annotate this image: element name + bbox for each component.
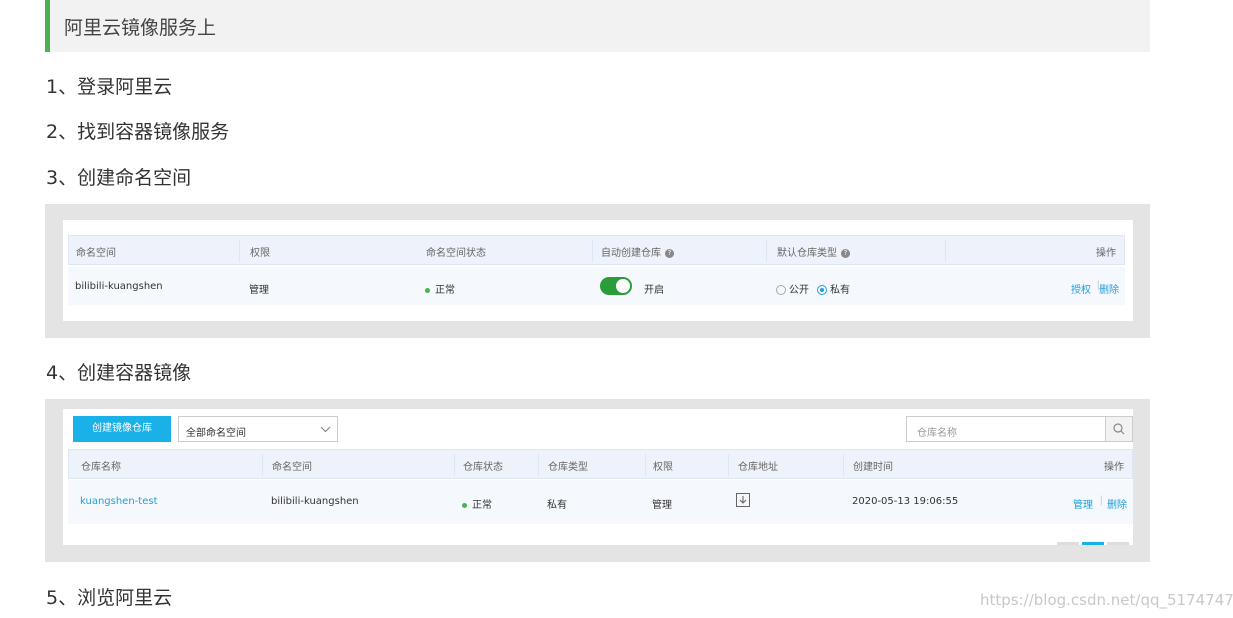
col-default-type-label: 默认仓库类型 bbox=[777, 248, 837, 259]
col-namespace: 命名空间 bbox=[76, 248, 116, 259]
step-4: 4、创建容器镜像 bbox=[46, 362, 192, 384]
column-divider bbox=[538, 454, 539, 476]
namespace-table-header: 命名空间 权限 命名空间状态 自动创建仓库? 默认仓库类型? 操作 bbox=[68, 235, 1125, 265]
auto-create-toggle[interactable] bbox=[600, 277, 632, 295]
auto-create-label: 开启 bbox=[644, 285, 664, 296]
column-divider bbox=[262, 454, 263, 476]
download-icon[interactable] bbox=[736, 493, 750, 507]
repo-type-private-option[interactable]: 私有 bbox=[817, 281, 850, 296]
create-repo-button[interactable]: 创建镜像仓库 bbox=[73, 416, 171, 442]
table-row: bilibili-kuangshen 管理 正常 开启 公开 私有 授权 | 删… bbox=[68, 267, 1125, 305]
status-badge: 正常 bbox=[425, 281, 455, 296]
col-repo-type: 仓库类型 bbox=[548, 462, 588, 473]
col-repo-status: 仓库状态 bbox=[463, 462, 503, 473]
section-heading: 阿里云镜像服务上 bbox=[45, 0, 1150, 52]
watermark: https://blog.csdn.net/qq_51747477 bbox=[980, 591, 1233, 609]
action-separator: | bbox=[1099, 495, 1103, 506]
status-dot-icon bbox=[462, 502, 467, 508]
radio-private-label: 私有 bbox=[830, 285, 850, 296]
permission-value: 管理 bbox=[249, 285, 269, 296]
search-input[interactable]: 仓库名称 bbox=[906, 416, 1133, 442]
col-auto-create-label: 自动创建仓库 bbox=[601, 248, 661, 259]
permission-value: 管理 bbox=[652, 500, 672, 511]
manage-link[interactable]: 管理 bbox=[1073, 496, 1093, 511]
chevron-down-icon bbox=[320, 426, 331, 433]
section-heading-text: 阿里云镜像服务上 bbox=[64, 17, 217, 39]
repo-namespace: bilibili-kuangshen bbox=[271, 496, 359, 507]
search-placeholder: 仓库名称 bbox=[917, 428, 957, 439]
col-permission: 权限 bbox=[250, 248, 270, 259]
pager-next[interactable] bbox=[1107, 542, 1129, 545]
repo-screenshot: 创建镜像仓库 全部命名空间 仓库名称 仓库名称 命名空间 仓库状态 仓库类型 权… bbox=[45, 399, 1150, 562]
column-divider bbox=[766, 240, 767, 262]
pager-current[interactable] bbox=[1082, 542, 1104, 545]
step-5: 5、浏览阿里云 bbox=[46, 587, 173, 609]
namespace-name: bilibili-kuangshen bbox=[75, 281, 163, 292]
column-divider bbox=[239, 240, 240, 262]
repo-type-value: 私有 bbox=[547, 500, 567, 511]
namespace-table: 命名空间 权限 命名空间状态 自动创建仓库? 默认仓库类型? 操作 bilibi… bbox=[63, 220, 1133, 321]
delete-link[interactable]: 删除 bbox=[1099, 281, 1119, 296]
created-time: 2020-05-13 19:06:55 bbox=[852, 496, 959, 507]
column-divider bbox=[645, 454, 646, 476]
col-ns-status: 命名空间状态 bbox=[426, 248, 486, 259]
status-badge: 正常 bbox=[462, 496, 492, 511]
namespace-screenshot: 命名空间 权限 命名空间状态 自动创建仓库? 默认仓库类型? 操作 bilibi… bbox=[45, 204, 1150, 338]
step-2: 2、找到容器镜像服务 bbox=[46, 121, 230, 143]
column-divider bbox=[945, 240, 946, 262]
col-auto-create: 自动创建仓库? bbox=[601, 244, 674, 259]
toggle-knob bbox=[616, 279, 630, 293]
step-3: 3、创建命名空间 bbox=[46, 167, 192, 189]
radio-public-label: 公开 bbox=[789, 285, 809, 296]
status-dot-icon bbox=[425, 287, 430, 293]
help-icon[interactable]: ? bbox=[841, 248, 850, 258]
delete-link[interactable]: 删除 bbox=[1107, 496, 1127, 511]
col-repo-name: 仓库名称 bbox=[81, 462, 121, 473]
namespace-select-value: 全部命名空间 bbox=[186, 428, 246, 439]
authorize-link[interactable]: 授权 bbox=[1071, 281, 1091, 296]
col-created: 创建时间 bbox=[853, 462, 893, 473]
col-permission: 权限 bbox=[653, 462, 673, 473]
col-repo-address: 仓库地址 bbox=[738, 462, 778, 473]
help-icon[interactable]: ? bbox=[665, 248, 674, 258]
col-default-type: 默认仓库类型? bbox=[777, 244, 850, 259]
column-divider bbox=[592, 240, 593, 262]
search-icon bbox=[1113, 423, 1125, 435]
namespace-select[interactable]: 全部命名空间 bbox=[178, 416, 338, 442]
repo-table-header: 仓库名称 命名空间 仓库状态 仓库类型 权限 仓库地址 创建时间 操作 bbox=[68, 449, 1133, 479]
repo-panel: 创建镜像仓库 全部命名空间 仓库名称 仓库名称 命名空间 仓库状态 仓库类型 权… bbox=[63, 409, 1133, 545]
step-1: 1、登录阿里云 bbox=[46, 76, 173, 98]
repo-type-public-option[interactable]: 公开 bbox=[776, 281, 809, 296]
radio-public[interactable] bbox=[776, 285, 786, 295]
pager-prev[interactable] bbox=[1057, 542, 1079, 545]
table-row: kuangshen-test bilibili-kuangshen 正常 私有 … bbox=[68, 480, 1133, 524]
col-namespace: 命名空间 bbox=[272, 462, 312, 473]
status-text: 正常 bbox=[472, 500, 492, 511]
column-divider bbox=[843, 454, 844, 476]
col-actions: 操作 bbox=[1096, 248, 1116, 259]
search-button[interactable] bbox=[1105, 417, 1132, 441]
column-divider bbox=[454, 454, 455, 476]
repo-name-link[interactable]: kuangshen-test bbox=[80, 496, 158, 507]
col-actions: 操作 bbox=[1104, 462, 1124, 473]
column-divider bbox=[728, 454, 729, 476]
status-text: 正常 bbox=[435, 285, 455, 296]
radio-private[interactable] bbox=[817, 285, 827, 295]
